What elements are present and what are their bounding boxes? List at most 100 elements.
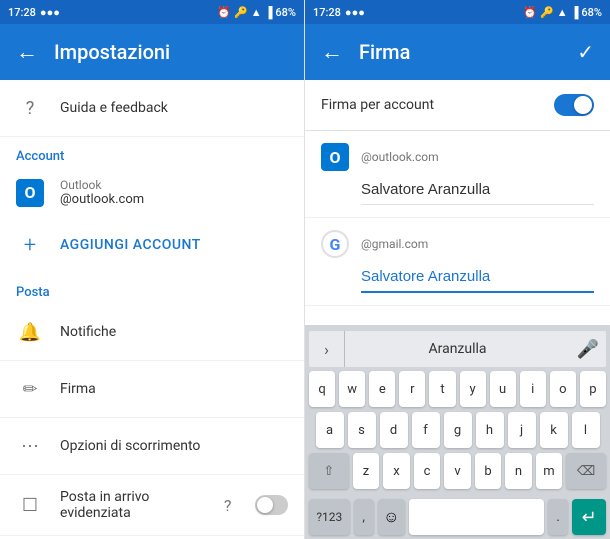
key-g[interactable]: g xyxy=(444,412,472,448)
key-b[interactable]: b xyxy=(475,453,502,489)
outlook-domain: @outlook.com xyxy=(60,192,144,207)
period-key[interactable]: . xyxy=(548,499,568,535)
scroll-options-item[interactable]: ⋯ Opzioni di scorrimento xyxy=(0,418,304,475)
top-bar-right: ← Firma ✓ xyxy=(305,24,610,80)
shift-key[interactable]: ⇧ xyxy=(309,453,349,489)
alarm-icon-r: ⏰ xyxy=(523,6,537,19)
status-bar-right-left: ⏰ 🔑 ▲ ▐ 68% xyxy=(217,6,296,19)
key-y[interactable]: y xyxy=(460,371,486,407)
settings-list: ? Guida e feedback Account O Outlook @ou… xyxy=(0,80,304,539)
key-q[interactable]: q xyxy=(309,371,335,407)
comma-key[interactable]: , xyxy=(354,499,374,535)
key-e[interactable]: e xyxy=(369,371,395,407)
keyboard-row-1: q w e r t y u i o p xyxy=(309,371,606,407)
key-c[interactable]: c xyxy=(414,453,441,489)
key-k[interactable]: k xyxy=(540,412,568,448)
top-bar-left: ← Impostazioni xyxy=(0,24,304,80)
keyboard-row-3: ⇧ z x c v b n m ⌫ xyxy=(309,453,606,489)
add-account-item[interactable]: + AGGIUNGI ACCOUNT xyxy=(0,217,304,273)
key-p[interactable]: p xyxy=(580,371,606,407)
time-right: 17:28 xyxy=(313,6,341,19)
key-i[interactable]: i xyxy=(520,371,546,407)
firma-label: Firma xyxy=(60,381,96,397)
key-u[interactable]: u xyxy=(490,371,516,407)
status-icons-right: ⏰ 🔑 ▲ ▐ 68% xyxy=(523,6,602,19)
key-j[interactable]: j xyxy=(508,412,536,448)
back-button-left[interactable]: ← xyxy=(16,39,38,65)
mic-icon[interactable]: 🎤 xyxy=(570,331,606,367)
keyboard-rows: q w e r t y u i o p a s d f g h j k xyxy=(309,371,606,535)
notifiche-item[interactable]: 🔔 Notifiche xyxy=(0,304,304,361)
firma-icon: ✏ xyxy=(16,375,44,403)
outlook-firma-block: O @outlook.com xyxy=(305,131,610,218)
posta-section-header: Posta xyxy=(0,273,304,304)
key-t[interactable]: t xyxy=(429,371,455,407)
help-item[interactable]: ? Guida e feedback xyxy=(0,80,304,137)
backspace-key[interactable]: ⌫ xyxy=(566,453,606,489)
key-d[interactable]: d xyxy=(380,412,408,448)
key-r[interactable]: r xyxy=(399,371,425,407)
gmail-firma-input[interactable] xyxy=(361,262,594,293)
status-time-right: 17:28 ●●● xyxy=(313,6,365,19)
back-button-right[interactable]: ← xyxy=(321,39,343,65)
outlook-firma-input[interactable] xyxy=(361,175,594,205)
inbox-toggle[interactable] xyxy=(255,495,288,515)
alarm-icon: ⏰ xyxy=(217,6,231,19)
status-bar-time-left: 17:28 ●●● xyxy=(8,6,60,19)
checkmark-button[interactable]: ✓ xyxy=(577,40,594,64)
suggestion-row: › Aranzulla 🎤 xyxy=(309,331,606,367)
key-s[interactable]: s xyxy=(348,412,376,448)
help-icon: ? xyxy=(16,94,44,122)
add-icon: + xyxy=(16,231,44,259)
signal-icon: ▐ xyxy=(265,6,273,19)
space-key[interactable] xyxy=(409,499,544,535)
key-o[interactable]: o xyxy=(550,371,576,407)
gmail-firma-block: G @gmail.com xyxy=(305,218,610,306)
key-v[interactable]: v xyxy=(444,453,471,489)
outlook-account-info: Outlook @outlook.com xyxy=(60,178,144,207)
key-n[interactable]: n xyxy=(505,453,532,489)
firma-content: Firma per account O @outlook.com G @gmai… xyxy=(305,80,610,325)
inbox-help-icon[interactable]: ? xyxy=(224,496,232,515)
signal-icons-left: ●●● xyxy=(40,6,60,19)
outlook-firma-header: O @outlook.com xyxy=(321,143,594,171)
left-panel: 17:28 ●●● ⏰ 🔑 ▲ ▐ 68% ← Impostazioni ? G… xyxy=(0,0,305,539)
key-f[interactable]: f xyxy=(412,412,440,448)
chevron-button[interactable]: › xyxy=(309,331,345,367)
firma-toggle-label: Firma per account xyxy=(321,97,434,113)
outlook-name: Outlook xyxy=(60,178,144,192)
time-left: 17:28 xyxy=(8,6,36,19)
key-w[interactable]: w xyxy=(339,371,365,407)
key-icon-r: 🔑 xyxy=(540,6,554,19)
key-m[interactable]: m xyxy=(536,453,563,489)
account-section-header: Account xyxy=(0,137,304,168)
outlook-icon: O xyxy=(16,179,44,207)
enter-key[interactable]: ↵ xyxy=(572,499,606,535)
notifiche-label: Notifiche xyxy=(60,324,116,340)
key-l[interactable]: l xyxy=(572,412,600,448)
key-z[interactable]: z xyxy=(353,453,380,489)
google-firma-icon: G xyxy=(321,230,349,258)
battery-left: 68% xyxy=(275,6,296,19)
num-key[interactable]: ?123 xyxy=(309,499,350,535)
key-a[interactable]: a xyxy=(316,412,344,448)
keyboard-row-4: ?123 , ☺ . ↵ xyxy=(309,499,606,535)
page-title-left: Impostazioni xyxy=(54,40,288,64)
inbox-highlighted-item[interactable]: ☐ Posta in arrivo evidenziata ? xyxy=(0,475,304,536)
help-label: Guida e feedback xyxy=(60,100,168,116)
status-bar-left: 17:28 ●●● ⏰ 🔑 ▲ ▐ 68% xyxy=(0,0,304,24)
emoji-key[interactable]: ☺ xyxy=(378,499,405,535)
page-title-right: Firma xyxy=(359,40,561,64)
firma-toggle[interactable] xyxy=(554,94,594,116)
keyboard-suggestion[interactable]: Aranzulla xyxy=(345,341,570,357)
inbox-icon: ☐ xyxy=(16,491,44,519)
key-icon: 🔑 xyxy=(234,6,248,19)
key-x[interactable]: x xyxy=(383,453,410,489)
outlook-account-item[interactable]: O Outlook @outlook.com xyxy=(0,168,304,217)
key-h[interactable]: h xyxy=(476,412,504,448)
outlook-firma-icon: O xyxy=(321,143,349,171)
gmail-firma-header: G @gmail.com xyxy=(321,230,594,258)
outlook-firma-domain: @outlook.com xyxy=(361,150,439,164)
gmail-firma-domain: @gmail.com xyxy=(361,237,428,251)
firma-item[interactable]: ✏ Firma xyxy=(0,361,304,418)
